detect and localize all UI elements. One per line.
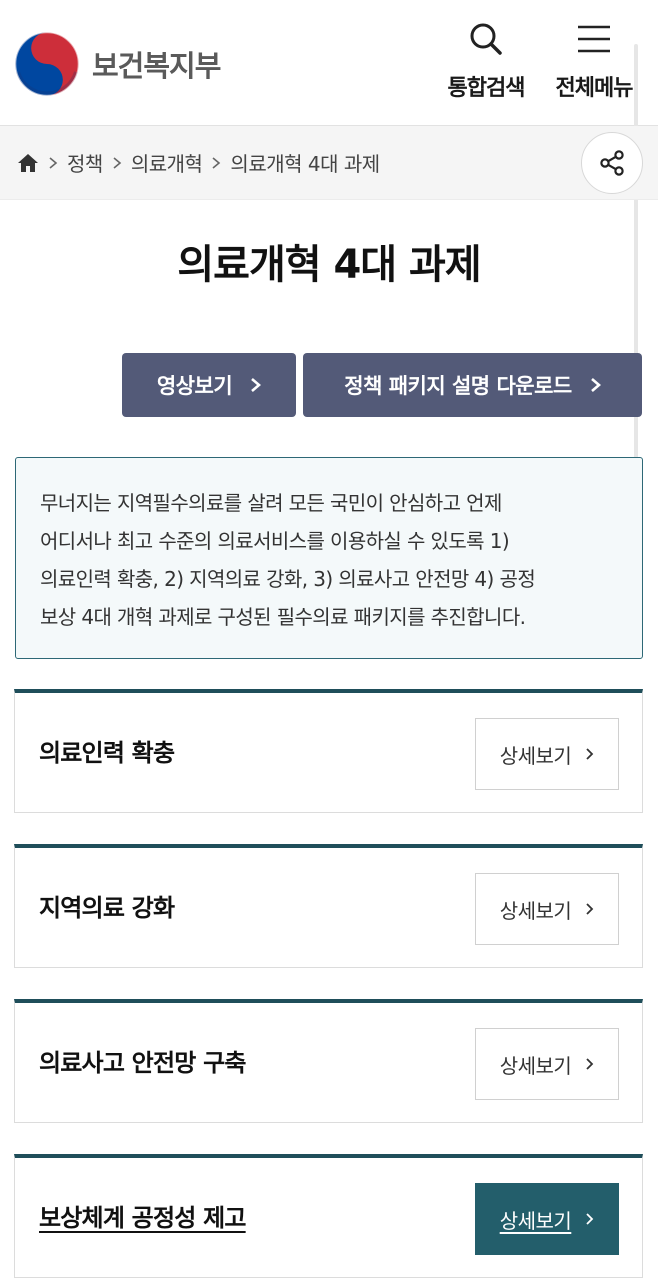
search-label: 통합검색 [447,76,526,101]
search-icon [470,23,502,55]
detail-button[interactable]: 상세보기 [475,1028,619,1100]
detail-button[interactable]: 상세보기 [475,718,619,790]
chevron-right-icon [112,156,122,170]
breadcrumb: 정책 의료개혁 의료개혁 4대 과제 [0,126,658,200]
share-button[interactable] [581,132,643,194]
detail-button-label: 상세보기 [499,743,572,768]
search-button[interactable]: 통합검색 [440,14,532,102]
detail-button[interactable]: 상세보기 [475,1183,619,1255]
hamburger-menu-icon [578,25,610,53]
intro-line: 의료인력 확충, 2) 지역의료 강화, 3) 의료사고 안전망 4) 공정 [40,567,536,591]
menu-label: 전체메뉴 [555,76,634,101]
taegeuk-emblem-icon [14,31,80,97]
task-title: 지역의료 강화 [39,894,175,922]
intro-line: 어디서나 최고 수준의 의료서비스를 이용하실 수 있도록 1) [40,529,510,553]
intro-line: 보상 4대 개혁 과제로 구성된 필수의료 패키지를 추진합니다. [40,605,526,629]
detail-button-label: 상세보기 [499,1053,572,1078]
task-title: 의료사고 안전망 구축 [39,1049,246,1077]
chevron-right-icon [585,747,594,761]
detail-button[interactable]: 상세보기 [475,873,619,945]
share-icon [600,150,624,176]
video-button[interactable]: 영상보기 [122,353,296,417]
intro-description: 무너지는 지역필수의료를 살려 모든 국민이 안심하고 언제 어디서나 최고 수… [15,457,643,659]
chevron-right-icon [585,1057,594,1071]
task-card-regional-healthcare: 지역의료 강화 상세보기 [14,844,643,968]
breadcrumb-item-policy[interactable]: 정책 [67,148,103,177]
page: 보건복지부 통합검색 전체메뉴 정책 의료개혁 의료개혁 4대 과제 의료개혁 … [0,0,658,1278]
download-package-button[interactable]: 정책 패키지 설명 다운로드 [303,353,642,417]
site-logo[interactable]: 보건복지부 [14,31,221,97]
chevron-right-icon [590,377,601,393]
breadcrumb-item-medical-reform[interactable]: 의료개혁 [131,148,203,177]
logo-text: 보건복지부 [92,49,221,83]
chevron-right-icon [48,156,58,170]
detail-button-label: 상세보기 [499,898,572,923]
menu-button[interactable]: 전체메뉴 [548,14,640,102]
task-card-safety-net: 의료사고 안전망 구축 상세보기 [14,999,643,1123]
task-title[interactable]: 보상체계 공정성 제고 [39,1198,246,1233]
chevron-right-icon [211,156,221,170]
intro-line: 무너지는 지역필수의료를 살려 모든 국민이 안심하고 언제 [40,491,502,515]
chevron-right-icon [585,1212,594,1226]
page-title: 의료개혁 4대 과제 [177,242,481,288]
site-header: 보건복지부 통합검색 전체메뉴 [0,0,658,126]
breadcrumb-item-current: 의료개혁 4대 과제 [230,152,380,176]
task-card-fair-compensation: 보상체계 공정성 제고 상세보기 [14,1154,643,1278]
download-button-label: 정책 패키지 설명 다운로드 [344,374,572,398]
task-card-medical-workforce: 의료인력 확충 상세보기 [14,689,643,813]
chevron-right-icon [250,377,262,393]
chevron-right-icon [585,902,594,916]
video-button-label: 영상보기 [156,374,233,398]
home-icon[interactable] [17,153,39,173]
detail-button-label: 상세보기 [499,1208,572,1233]
task-title: 의료인력 확충 [39,739,175,767]
